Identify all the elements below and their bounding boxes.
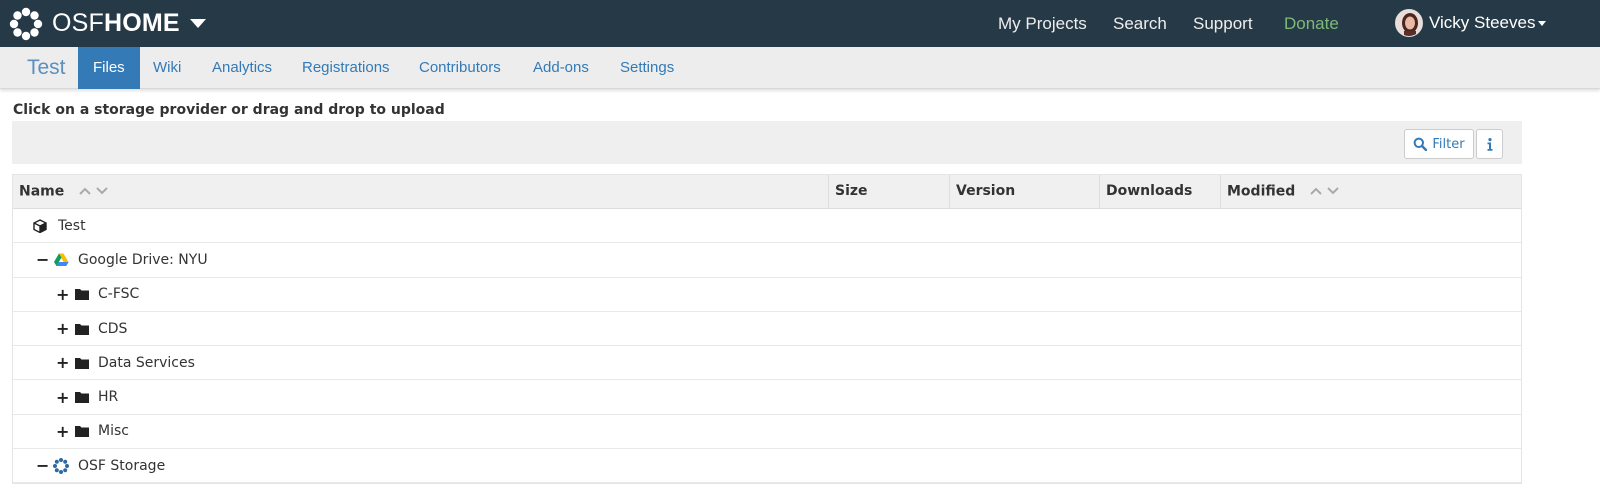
- info-button[interactable]: [1476, 129, 1503, 159]
- column-header-name[interactable]: Name: [13, 175, 828, 209]
- folder-icon: [74, 423, 90, 439]
- tree-row-label: Misc: [98, 423, 129, 440]
- column-header-version: Version: [949, 175, 1099, 209]
- column-header-downloads: Downloads: [1099, 175, 1220, 209]
- file-tree-header: Name Size Version Downloads Modified: [13, 175, 1521, 209]
- filter-button[interactable]: Filter: [1404, 129, 1474, 159]
- user-name: Vicky Steeves: [1429, 13, 1536, 32]
- file-tree: Name Size Version Downloads Modified Tes…: [12, 174, 1522, 485]
- collapse-toggle[interactable]: −: [36, 250, 49, 269]
- tree-row-folder[interactable]: + C-FSC: [13, 278, 1521, 312]
- tab-add-ons[interactable]: Add-ons: [533, 47, 589, 89]
- folder-icon: [74, 355, 90, 371]
- tree-row-folder[interactable]: + CDS: [13, 312, 1521, 347]
- google-drive-icon: [53, 252, 69, 268]
- tree-row-label: C-FSC: [98, 286, 140, 303]
- user-avatar-icon: [1396, 10, 1422, 36]
- tab-registrations[interactable]: Registrations: [302, 47, 390, 89]
- sort-descending-icon[interactable]: [1327, 187, 1339, 195]
- expand-toggle[interactable]: +: [56, 422, 69, 441]
- osf-logo-icon: [9, 6, 43, 41]
- name-sort-controls[interactable]: [79, 175, 108, 208]
- expand-toggle[interactable]: +: [56, 388, 69, 407]
- filter-label: Filter: [1432, 136, 1465, 152]
- tab-settings[interactable]: Settings: [620, 47, 674, 89]
- tree-row-label: OSF Storage: [78, 457, 166, 474]
- upload-instructions: Click on a storage provider or drag and …: [13, 102, 445, 118]
- brand-dropdown-caret-icon: [189, 19, 206, 28]
- info-icon: [1487, 137, 1492, 151]
- sort-ascending-icon[interactable]: [1310, 187, 1322, 195]
- tree-row-provider[interactable]: − Google Drive: NYU: [13, 243, 1521, 278]
- tree-row-folder[interactable]: + HR: [13, 380, 1521, 415]
- tab-files[interactable]: Files: [78, 47, 140, 89]
- osf-home-brand[interactable]: OSFHOME: [8, 0, 206, 47]
- expand-toggle[interactable]: +: [56, 353, 69, 372]
- tree-row-label: Google Drive: NYU: [78, 251, 208, 268]
- tree-row-label: CDS: [98, 320, 128, 337]
- tree-row-folder[interactable]: + Misc: [13, 415, 1521, 450]
- project-title[interactable]: Test: [27, 56, 66, 80]
- user-menu[interactable]: Vicky Steeves: [1395, 9, 1547, 37]
- avatar: [1395, 9, 1423, 37]
- project-cube-icon: [32, 218, 48, 234]
- search-icon: [1413, 137, 1428, 151]
- nav-search[interactable]: Search: [1113, 14, 1167, 34]
- tree-row-label: Test: [58, 217, 86, 234]
- tree-row-project[interactable]: Test: [13, 209, 1521, 244]
- project-navbar: Test Files Wiki Analytics Registrations …: [0, 47, 1600, 89]
- column-header-modified[interactable]: Modified: [1220, 175, 1521, 209]
- expand-toggle[interactable]: +: [56, 319, 69, 338]
- file-toolbar: Filter: [12, 121, 1522, 164]
- expand-toggle[interactable]: +: [56, 285, 69, 304]
- top-navbar: OSFHOME My Projects Search Support Donat…: [0, 0, 1600, 47]
- tab-contributors[interactable]: Contributors: [419, 47, 501, 89]
- tree-row-provider[interactable]: − OSF Storage: [13, 449, 1521, 484]
- folder-icon: [74, 321, 90, 337]
- brand-prefix: OSF: [52, 9, 104, 37]
- osf-storage-icon: [53, 457, 69, 474]
- nav-my-projects[interactable]: My Projects: [998, 14, 1087, 34]
- folder-icon: [74, 389, 90, 405]
- tree-row-label: HR: [98, 389, 119, 406]
- nav-donate[interactable]: Donate: [1284, 14, 1339, 34]
- tab-analytics[interactable]: Analytics: [212, 47, 272, 89]
- brand-text: OSFHOME: [52, 9, 180, 38]
- tab-wiki[interactable]: Wiki: [153, 47, 181, 89]
- tree-row-folder[interactable]: + Data Services: [13, 346, 1521, 381]
- nav-support[interactable]: Support: [1193, 14, 1253, 34]
- collapse-toggle[interactable]: −: [36, 456, 49, 475]
- column-header-size: Size: [828, 175, 949, 209]
- user-dropdown-caret-icon: [1538, 20, 1547, 26]
- sort-ascending-icon[interactable]: [79, 187, 91, 195]
- sort-descending-icon[interactable]: [96, 187, 108, 195]
- column-modified-label: Modified: [1227, 183, 1296, 200]
- column-name-label: Name: [19, 183, 65, 200]
- tree-row-label: Data Services: [98, 354, 195, 371]
- modified-sort-controls[interactable]: [1310, 175, 1339, 208]
- folder-icon: [74, 286, 90, 302]
- brand-suffix: HOME: [104, 9, 180, 37]
